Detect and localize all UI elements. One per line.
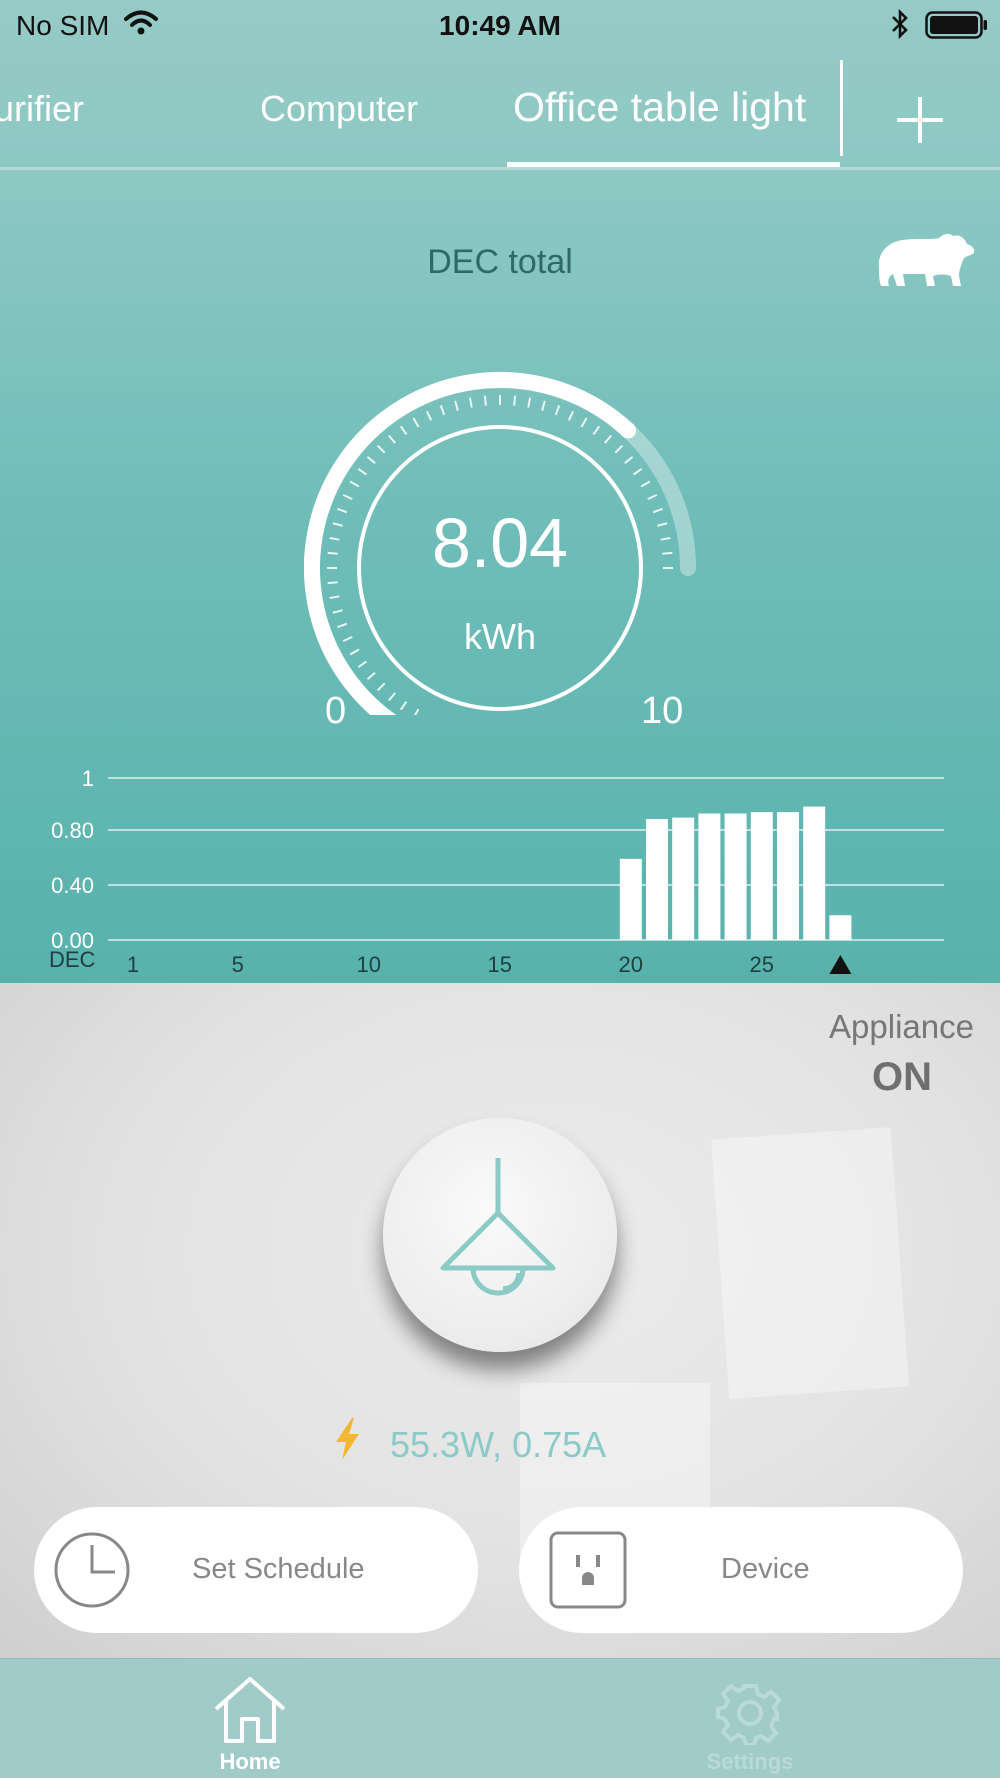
x-tick-label: 10 bbox=[357, 952, 381, 977]
clock-icon bbox=[54, 1532, 130, 1608]
usage-bar bbox=[698, 813, 721, 940]
tab-settings-label: Settings bbox=[706, 1749, 794, 1774]
gauge-tick bbox=[527, 397, 532, 408]
set-schedule-button[interactable]: Set Schedule bbox=[34, 1507, 478, 1633]
gauge-tick bbox=[604, 434, 612, 444]
device-button[interactable]: Device bbox=[519, 1507, 963, 1633]
gauge-tick bbox=[357, 660, 368, 669]
y-tick-label: 0.40 bbox=[51, 873, 94, 898]
appliance-control-panel: Appliance ON 55.3W, 0.75A Set Schedule D… bbox=[0, 983, 1000, 1658]
tab-home-label: Home bbox=[219, 1749, 281, 1774]
gauge-tick bbox=[554, 405, 561, 416]
lamp-icon bbox=[440, 1158, 556, 1296]
gauge-tick bbox=[357, 467, 368, 476]
gauge-tick bbox=[376, 682, 386, 692]
gauge-tick bbox=[349, 480, 360, 488]
bottom-tab-bar: Home Settings bbox=[0, 1658, 1000, 1778]
gauge-tick bbox=[567, 410, 575, 421]
gauge-tick bbox=[412, 417, 420, 428]
add-device-button[interactable] bbox=[888, 88, 952, 152]
device-label: Device bbox=[721, 1553, 810, 1585]
gauge-tick bbox=[332, 609, 343, 614]
gauge-tick bbox=[399, 425, 408, 436]
tab-office-table-light[interactable]: Office table light bbox=[513, 84, 806, 131]
gauge-tick bbox=[439, 405, 446, 416]
gauge-tick bbox=[483, 395, 487, 406]
status-bar: No SIM 10:49 AM bbox=[0, 0, 1000, 50]
gauge-max-label: 10 bbox=[641, 690, 684, 732]
tab-computer[interactable]: Computer bbox=[260, 88, 418, 130]
outlet-icon bbox=[549, 1531, 627, 1609]
tab-home[interactable]: Home bbox=[150, 1659, 350, 1778]
usage-bar bbox=[803, 806, 826, 940]
tabs-divider bbox=[0, 167, 1000, 170]
gauge-tick bbox=[454, 400, 459, 411]
energy-summary-panel: No SIM 10:49 AM urifier Computer Office … bbox=[0, 0, 1000, 983]
gauge-tick bbox=[399, 700, 408, 711]
tab-edge-divider bbox=[840, 60, 843, 156]
gauge-tick bbox=[640, 480, 651, 488]
x-tick-label: 1 bbox=[127, 952, 139, 977]
tab-settings[interactable]: Settings bbox=[650, 1659, 850, 1778]
x-tick-label: 15 bbox=[488, 952, 512, 977]
clock: 10:49 AM bbox=[439, 10, 561, 41]
lightning-icon bbox=[336, 1418, 359, 1460]
home-icon bbox=[214, 1677, 286, 1743]
daily-usage-chart: 10.800.400.00DEC 1 5 10 15 20 25 bbox=[49, 766, 944, 977]
usage-bar bbox=[672, 817, 695, 940]
usage-bar bbox=[829, 915, 852, 940]
gauge-tick bbox=[632, 467, 643, 476]
gauge-tick bbox=[366, 672, 376, 680]
gauge-tick bbox=[624, 456, 634, 464]
tab-purifier[interactable]: urifier bbox=[0, 88, 84, 130]
current-day-marker bbox=[829, 955, 852, 974]
gauge-tick bbox=[541, 400, 546, 411]
gauge-tick bbox=[425, 410, 433, 421]
x-tick-label: 5 bbox=[232, 952, 244, 977]
gear-icon bbox=[716, 1683, 782, 1745]
gauge-tick bbox=[388, 434, 396, 444]
power-reading: 55.3W, 0.75A bbox=[390, 1424, 607, 1465]
gauge-tick bbox=[468, 397, 473, 408]
plus-icon bbox=[897, 97, 943, 143]
gauge-tick bbox=[592, 425, 601, 436]
gauge-min-label: 0 bbox=[325, 690, 347, 732]
gauge-tick bbox=[342, 493, 353, 501]
gauge-tick bbox=[580, 417, 588, 428]
y-tick-label: 0.80 bbox=[51, 818, 94, 843]
gauge-tick bbox=[413, 708, 420, 715]
gauge-tick bbox=[376, 444, 386, 454]
gauge-tick bbox=[647, 493, 658, 501]
usage-bar bbox=[777, 812, 799, 940]
usage-bar bbox=[619, 858, 642, 940]
bluetooth-icon bbox=[889, 8, 911, 46]
gauge-tick bbox=[366, 456, 376, 464]
usage-bar bbox=[646, 819, 668, 940]
gauge-tick bbox=[513, 395, 517, 406]
energy-value: 8.04 bbox=[431, 504, 569, 582]
gauge-tick bbox=[614, 444, 624, 454]
appliance-state: ON bbox=[872, 1055, 932, 1099]
battery-icon bbox=[925, 11, 989, 46]
device-tabs: urifier Computer Office table light bbox=[0, 60, 1000, 170]
period-title: DEC total bbox=[427, 243, 573, 281]
power-toggle-button[interactable] bbox=[383, 1118, 617, 1352]
set-schedule-label: Set Schedule bbox=[192, 1553, 365, 1585]
usage-bar bbox=[724, 813, 747, 940]
usage-bar bbox=[750, 812, 773, 940]
gauge-tick bbox=[388, 692, 396, 702]
x-axis-label: DEC bbox=[49, 947, 96, 972]
appliance-label: Appliance bbox=[829, 1008, 974, 1045]
gauge-tick bbox=[329, 595, 340, 600]
y-tick-label: 1 bbox=[82, 766, 94, 791]
x-tick-label: 25 bbox=[750, 952, 774, 977]
x-tick-label: 20 bbox=[619, 952, 643, 977]
background-photo-shape bbox=[711, 1127, 909, 1399]
energy-unit: kWh bbox=[464, 616, 536, 657]
bear-icon[interactable] bbox=[873, 230, 977, 290]
